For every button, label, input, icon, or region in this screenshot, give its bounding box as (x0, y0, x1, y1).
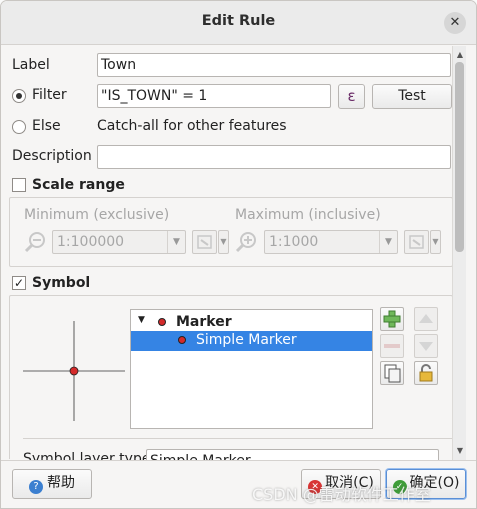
checkmark-icon: ✓ (13, 276, 25, 290)
test-button[interactable]: Test (372, 84, 452, 109)
else-description: Catch-all for other features (97, 118, 287, 134)
simple-marker-icon (178, 336, 186, 344)
filter-radio[interactable] (12, 89, 26, 103)
arrow-up-icon (419, 314, 433, 323)
dialog-title: Edit Rule (201, 13, 276, 29)
chevron-down-icon: ▼ (379, 231, 397, 253)
help-button[interactable]: ? 帮助 (12, 469, 92, 499)
chevron-down-icon: ▼ (138, 315, 145, 325)
symbol-preview (23, 321, 125, 421)
maximum-scale-combo[interactable]: 1:1000 ▼ (264, 230, 398, 254)
chevron-down-icon: ▼ (167, 231, 185, 253)
vertical-scrollbar[interactable]: ▲ ▼ (452, 46, 466, 460)
label-caption: Label (12, 57, 50, 73)
minimum-scale-combo[interactable]: 1:100000 ▼ (52, 230, 186, 254)
symbol-title: Symbol (32, 275, 91, 291)
symbol-layer-type-caption: Symbol layer type (23, 451, 151, 460)
duplicate-icon (384, 364, 401, 383)
watermark: CSDN @雷动软件工作室 (252, 485, 431, 504)
help-label: 帮助 (47, 475, 75, 491)
add-symbol-layer-button[interactable] (380, 307, 404, 331)
scroll-down-icon[interactable]: ▼ (455, 446, 465, 456)
symbol-layer-tree[interactable]: ▼ Marker Simple Marker (130, 309, 373, 429)
help-icon: ? (29, 480, 43, 494)
edit-rule-dialog: Edit Rule ✕ Label Town Filter "IS_TOWN" … (0, 0, 477, 509)
filter-expression-input[interactable]: "IS_TOWN" = 1 (97, 84, 331, 108)
current-scale-menu-min[interactable]: ▼ (218, 230, 229, 254)
zoom-in-icon (235, 232, 256, 253)
duplicate-layer-button[interactable] (380, 361, 404, 385)
zoom-out-icon (24, 232, 45, 253)
maximum-scale-value: 1:1000 (269, 234, 319, 250)
symbol-checkbox[interactable]: ✓ (12, 276, 26, 290)
maximum-scale-caption: Maximum (inclusive) (235, 207, 381, 223)
map-canvas-icon (409, 235, 424, 249)
title-bar: Edit Rule ✕ (1, 1, 476, 45)
tree-item-marker[interactable]: ▼ Marker (131, 313, 372, 333)
marker-icon (158, 318, 166, 326)
minus-icon (384, 344, 400, 348)
remove-symbol-layer-button[interactable] (380, 334, 404, 358)
minimum-scale-caption: Minimum (exclusive) (24, 207, 170, 223)
preview-marker (69, 366, 79, 376)
expression-builder-button[interactable]: ε (338, 84, 365, 109)
divider (23, 438, 453, 439)
description-caption: Description (12, 148, 92, 164)
tree-item-label: Marker (176, 314, 232, 330)
epsilon-icon: ε (347, 87, 356, 105)
move-down-button[interactable] (414, 334, 438, 358)
current-scale-menu-max[interactable]: ▼ (430, 230, 441, 254)
current-scale-button-max[interactable] (404, 230, 429, 254)
close-button[interactable]: ✕ (444, 12, 466, 34)
scale-range-checkbox[interactable] (12, 178, 26, 192)
else-caption: Else (32, 118, 61, 134)
tree-item-label: Simple Marker (196, 332, 297, 348)
lock-icon (419, 364, 433, 382)
scale-range-title: Scale range (32, 177, 125, 193)
tree-item-simple-marker[interactable]: Simple Marker (131, 331, 372, 351)
move-up-button[interactable] (414, 307, 438, 331)
close-icon: ✕ (449, 15, 461, 30)
arrow-down-icon (419, 342, 433, 351)
plus-icon (383, 310, 401, 328)
map-canvas-icon (197, 235, 212, 249)
filter-caption: Filter (32, 87, 67, 103)
scroll-up-icon[interactable]: ▲ (455, 50, 465, 60)
scrollbar-thumb[interactable] (455, 62, 464, 252)
else-radio[interactable] (12, 120, 26, 134)
label-input[interactable]: Town (97, 53, 451, 77)
minimum-scale-value: 1:100000 (57, 234, 125, 250)
description-input[interactable] (97, 145, 451, 169)
lock-color-button[interactable] (414, 361, 438, 385)
current-scale-button-min[interactable] (192, 230, 217, 254)
